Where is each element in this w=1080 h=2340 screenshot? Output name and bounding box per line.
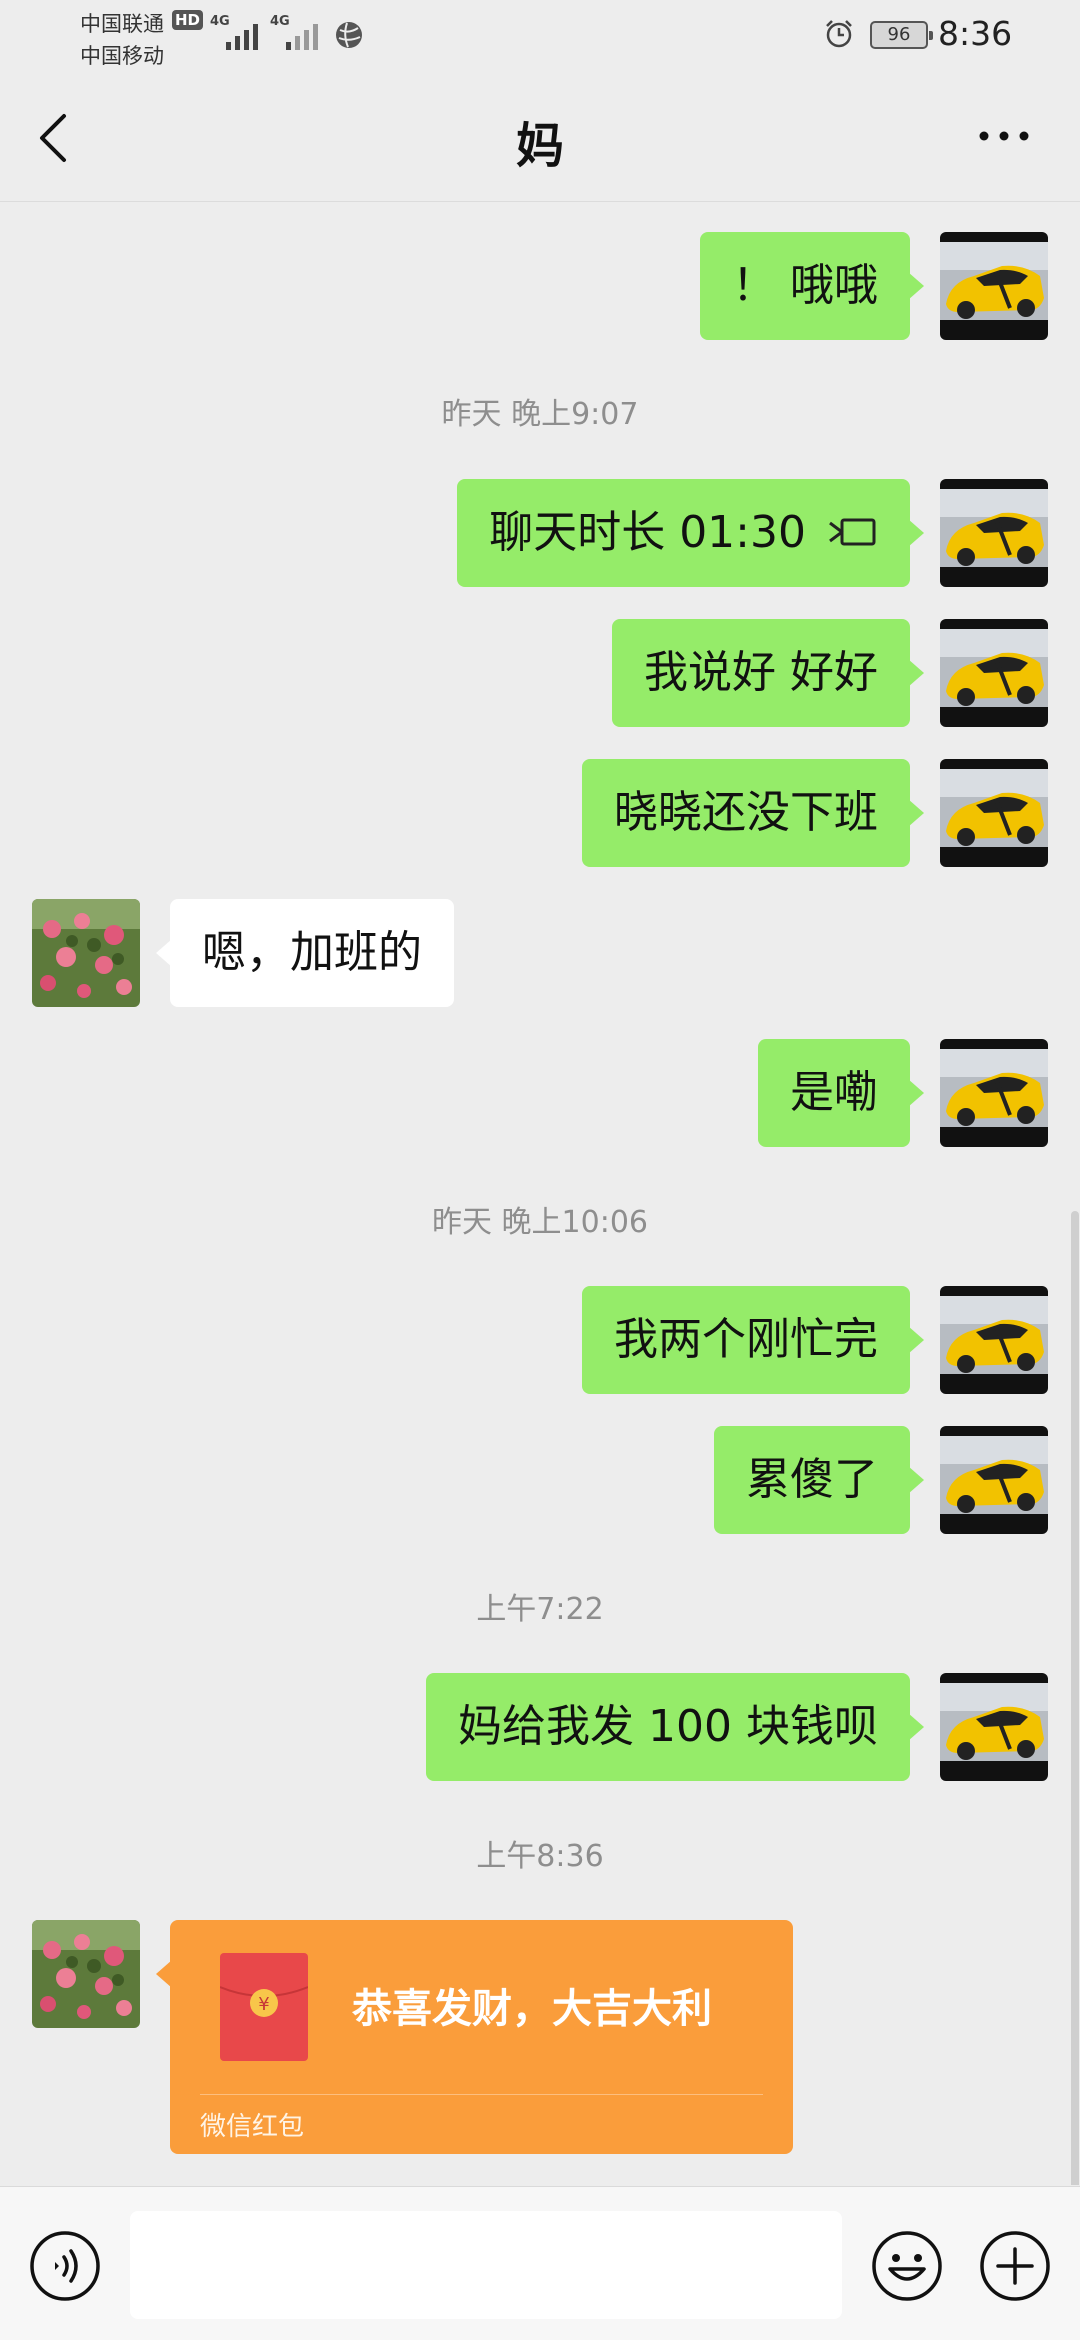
avatar-self[interactable] <box>940 1039 1048 1147</box>
battery-indicator: 96 <box>870 21 933 49</box>
message-input[interactable] <box>130 2211 842 2319</box>
message-bubble-outgoing[interactable]: 我说好 好好 <box>612 619 924 727</box>
chat-header: 妈 <box>0 70 1080 202</box>
message-bubble-outgoing[interactable]: 是嘞 <box>758 1039 924 1147</box>
carrier-1: 中国联通 <box>80 12 164 36</box>
status-bar: 中国联通 中国移动 HD 4G 4G 96 8:36 <box>0 0 1080 70</box>
plus-icon[interactable] <box>978 2229 1052 2303</box>
message-bubble-outgoing[interactable]: 晓晓还没下班 <box>582 759 924 867</box>
globe-icon <box>336 22 362 48</box>
message-list[interactable]: ！ 哦哦 昨天 晚上9:07 聊天时长 01:30 我说好 好好 晓晓还没下班 … <box>0 203 1080 2185</box>
avatar-self[interactable] <box>940 479 1048 587</box>
avatar-self[interactable] <box>940 1286 1048 1394</box>
voice-icon[interactable] <box>28 2229 102 2303</box>
status-time: 8:36 <box>938 14 1013 53</box>
chat-title: 妈 <box>515 118 564 174</box>
more-dots-icon[interactable] <box>976 126 1032 146</box>
timestamp: 昨天 晚上9:07 <box>441 397 639 432</box>
scrollbar[interactable] <box>1071 1211 1079 2185</box>
avatar-self[interactable] <box>940 759 1048 867</box>
avatar-self[interactable] <box>940 232 1048 340</box>
timestamp: 上午7:22 <box>476 1592 604 1627</box>
message-bubble-outgoing[interactable]: ！ 哦哦 <box>700 232 924 340</box>
red-packet-message[interactable]: ¥ 恭喜发财，大吉大利 微信红包 <box>156 1920 793 2154</box>
avatar-contact[interactable] <box>32 1920 140 2028</box>
red-packet-greeting: 恭喜发财，大吉大利 <box>352 1986 712 2032</box>
call-duration-text: 聊天时长 01:30 <box>489 507 806 558</box>
timestamp: 昨天 晚上10:06 <box>432 1205 648 1240</box>
message-bubble-incoming[interactable]: 嗯，加班的 <box>156 899 454 1007</box>
alarm-icon <box>826 20 852 48</box>
video-call-icon <box>829 518 876 546</box>
message-bubble-outgoing[interactable]: 妈给我发 100 块钱呗 <box>426 1673 924 1781</box>
hd-badge: HD <box>172 10 204 30</box>
svg-text:¥: ¥ <box>258 1994 269 2015</box>
message-bubble-call[interactable]: 聊天时长 01:30 <box>457 479 924 587</box>
timestamp: 上午8:36 <box>476 1839 604 1874</box>
avatar-contact[interactable] <box>32 899 140 1007</box>
avatar-self[interactable] <box>940 1426 1048 1534</box>
red-packet-label: 微信红包 <box>200 2112 305 2142</box>
red-envelope-icon: ¥ <box>220 1953 308 2061</box>
message-bubble-outgoing[interactable]: 我两个刚忙完 <box>582 1286 924 1394</box>
emoji-icon[interactable] <box>870 2229 944 2303</box>
carrier-2: 中国移动 <box>80 44 164 68</box>
avatar-self[interactable] <box>940 1673 1048 1781</box>
avatar-self[interactable] <box>940 619 1048 727</box>
divider <box>200 2094 763 2095</box>
input-bar <box>0 2186 1080 2340</box>
message-bubble-outgoing[interactable]: 累傻了 <box>714 1426 924 1534</box>
